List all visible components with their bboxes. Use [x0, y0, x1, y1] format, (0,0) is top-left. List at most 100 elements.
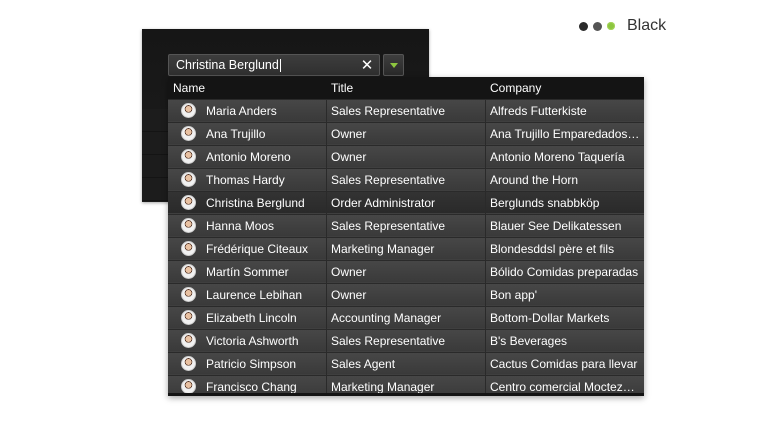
cell-company: Cactus Comidas para llevar	[486, 353, 642, 375]
avatar	[181, 333, 196, 348]
cell-company: Around the Horn	[486, 169, 642, 191]
cell-name: Victoria Ashworth	[168, 330, 327, 352]
name-combo-input[interactable]: Christina Berglund	[168, 54, 380, 76]
row-company: Cactus Comidas para llevar	[490, 357, 638, 371]
dropdown-button[interactable]	[383, 54, 404, 76]
column-header-name[interactable]: Name	[173, 81, 205, 95]
table-row[interactable]: Christina Berglund Order Administrator Ber…	[168, 191, 644, 214]
row-title: Owner	[331, 150, 367, 164]
avatar	[181, 287, 196, 302]
row-title: Sales Representative	[331, 334, 446, 348]
cell-title: Owner	[327, 123, 486, 145]
avatar	[181, 379, 196, 394]
cell-company: Ana Trujillo Emparedados y...	[486, 123, 642, 145]
avatar	[181, 310, 196, 325]
results-grid[interactable]: Name Title Company Maria Anders Sales Rep…	[168, 77, 644, 396]
cell-name: Martín Sommer	[168, 261, 327, 283]
row-name: Ana Trujillo	[206, 127, 266, 141]
avatar	[181, 149, 196, 164]
avatar	[181, 126, 196, 141]
cell-company: Bólido Comidas preparadas	[486, 261, 642, 283]
avatar	[181, 356, 196, 371]
close-icon: ✕	[360, 56, 374, 74]
table-row[interactable]: Victoria Ashworth Sales Representative B's…	[168, 329, 644, 352]
cell-name: Frédérique Citeaux	[168, 238, 327, 260]
cell-title: Accounting Manager	[327, 307, 486, 329]
cell-company: Blondesddsl père et fils	[486, 238, 642, 260]
chevron-down-icon	[390, 63, 398, 68]
cell-name: Hanna Moos	[168, 215, 327, 237]
cell-company: Bottom-Dollar Markets	[486, 307, 642, 329]
row-name: Hanna Moos	[206, 219, 275, 233]
cell-title: Order Administrator	[327, 192, 486, 214]
row-name: Christina Berglund	[206, 196, 305, 210]
row-title: Order Administrator	[331, 196, 436, 210]
row-company: Ana Trujillo Emparedados y...	[490, 127, 640, 141]
table-row[interactable]: Martín Sommer Owner Bólido Comidas prepara…	[168, 260, 644, 283]
cell-company: Alfreds Futterkiste	[486, 100, 642, 122]
table-row[interactable]: Ana Trujillo Owner Ana Trujillo Emparedado…	[168, 122, 644, 145]
grid-header: Name Title Company	[168, 77, 644, 99]
theme-dot-green[interactable]	[607, 22, 615, 30]
theme-dot-gray[interactable]	[593, 21, 602, 31]
row-title: Owner	[331, 127, 367, 141]
cell-title: Sales Representative	[327, 169, 486, 191]
row-company: Alfreds Futterkiste	[490, 104, 587, 118]
cell-title: Marketing Manager	[327, 238, 486, 260]
row-company: Bólido Comidas preparadas	[490, 265, 639, 279]
cell-company: Bon app'	[486, 284, 642, 306]
cell-name: Christina Berglund	[168, 192, 327, 214]
row-company: Berglunds snabbköp	[490, 196, 600, 210]
row-company: Around the Horn	[490, 173, 579, 187]
cell-company: Blauer See Delikatessen	[486, 215, 642, 237]
cell-title: Sales Agent	[327, 353, 486, 375]
theme-label: Black	[627, 17, 667, 34]
cell-title: Sales Representative	[327, 100, 486, 122]
table-row[interactable]: Hanna Moos Sales Representative Blauer See…	[168, 214, 644, 237]
row-name: Maria Anders	[206, 104, 277, 118]
clear-button[interactable]: ✕	[358, 56, 376, 74]
cell-name: Elizabeth Lincoln	[168, 307, 327, 329]
table-row[interactable]: Thomas Hardy Sales Representative Around t…	[168, 168, 644, 191]
row-name: Frédérique Citeaux	[206, 242, 309, 256]
table-row[interactable]: Elizabeth Lincoln Accounting Manager Botto…	[168, 306, 644, 329]
avatar	[181, 195, 196, 210]
row-title: Owner	[331, 265, 367, 279]
cell-title: Sales Representative	[327, 215, 486, 237]
avatar	[181, 103, 196, 118]
table-row[interactable]: Laurence Lebihan Owner Bon app'	[168, 283, 644, 306]
row-title: Sales Representative	[331, 104, 446, 118]
cell-name: Maria Anders	[168, 100, 327, 122]
table-row[interactable]: Patricio Simpson Sales Agent Cactus Comida…	[168, 352, 644, 375]
cell-title: Owner	[327, 284, 486, 306]
column-header-company[interactable]: Company	[490, 81, 541, 95]
table-row[interactable]: Maria Anders Sales Representative Alfreds …	[168, 99, 644, 122]
cell-title: Owner	[327, 261, 486, 283]
row-name: Thomas Hardy	[206, 173, 285, 187]
combo-input-value: Christina Berglund	[176, 58, 279, 72]
table-row[interactable]: Antonio Moreno Owner Antonio Moreno Taquer…	[168, 145, 644, 168]
cell-name: Patricio Simpson	[168, 353, 327, 375]
row-name: Patricio Simpson	[206, 357, 297, 371]
row-title: Marketing Manager	[331, 242, 435, 256]
row-company: Blauer See Delikatessen	[490, 219, 622, 233]
row-name: Antonio Moreno	[206, 150, 291, 164]
row-title: Sales Agent	[331, 357, 396, 371]
row-title: Owner	[331, 288, 367, 302]
row-title: Sales Representative	[331, 173, 446, 187]
cell-company: Berglunds snabbköp	[486, 192, 642, 214]
cell-company: B's Beverages	[486, 330, 642, 352]
cell-company: Antonio Moreno Taquería	[486, 146, 642, 168]
table-row[interactable]: Frédérique Citeaux Marketing Manager Blond…	[168, 237, 644, 260]
row-title: Sales Representative	[331, 219, 446, 233]
row-title: Accounting Manager	[331, 311, 442, 325]
column-header-title[interactable]: Title	[331, 81, 353, 95]
row-name: Elizabeth Lincoln	[206, 311, 297, 325]
cell-name: Ana Trujillo	[168, 123, 327, 145]
avatar	[181, 241, 196, 256]
row-name: Martín Sommer	[206, 265, 289, 279]
row-company: Bottom-Dollar Markets	[490, 311, 610, 325]
theme-dot-dark[interactable]	[579, 21, 588, 31]
row-name: Victoria Ashworth	[206, 334, 299, 348]
cell-title: Sales Representative	[327, 330, 486, 352]
